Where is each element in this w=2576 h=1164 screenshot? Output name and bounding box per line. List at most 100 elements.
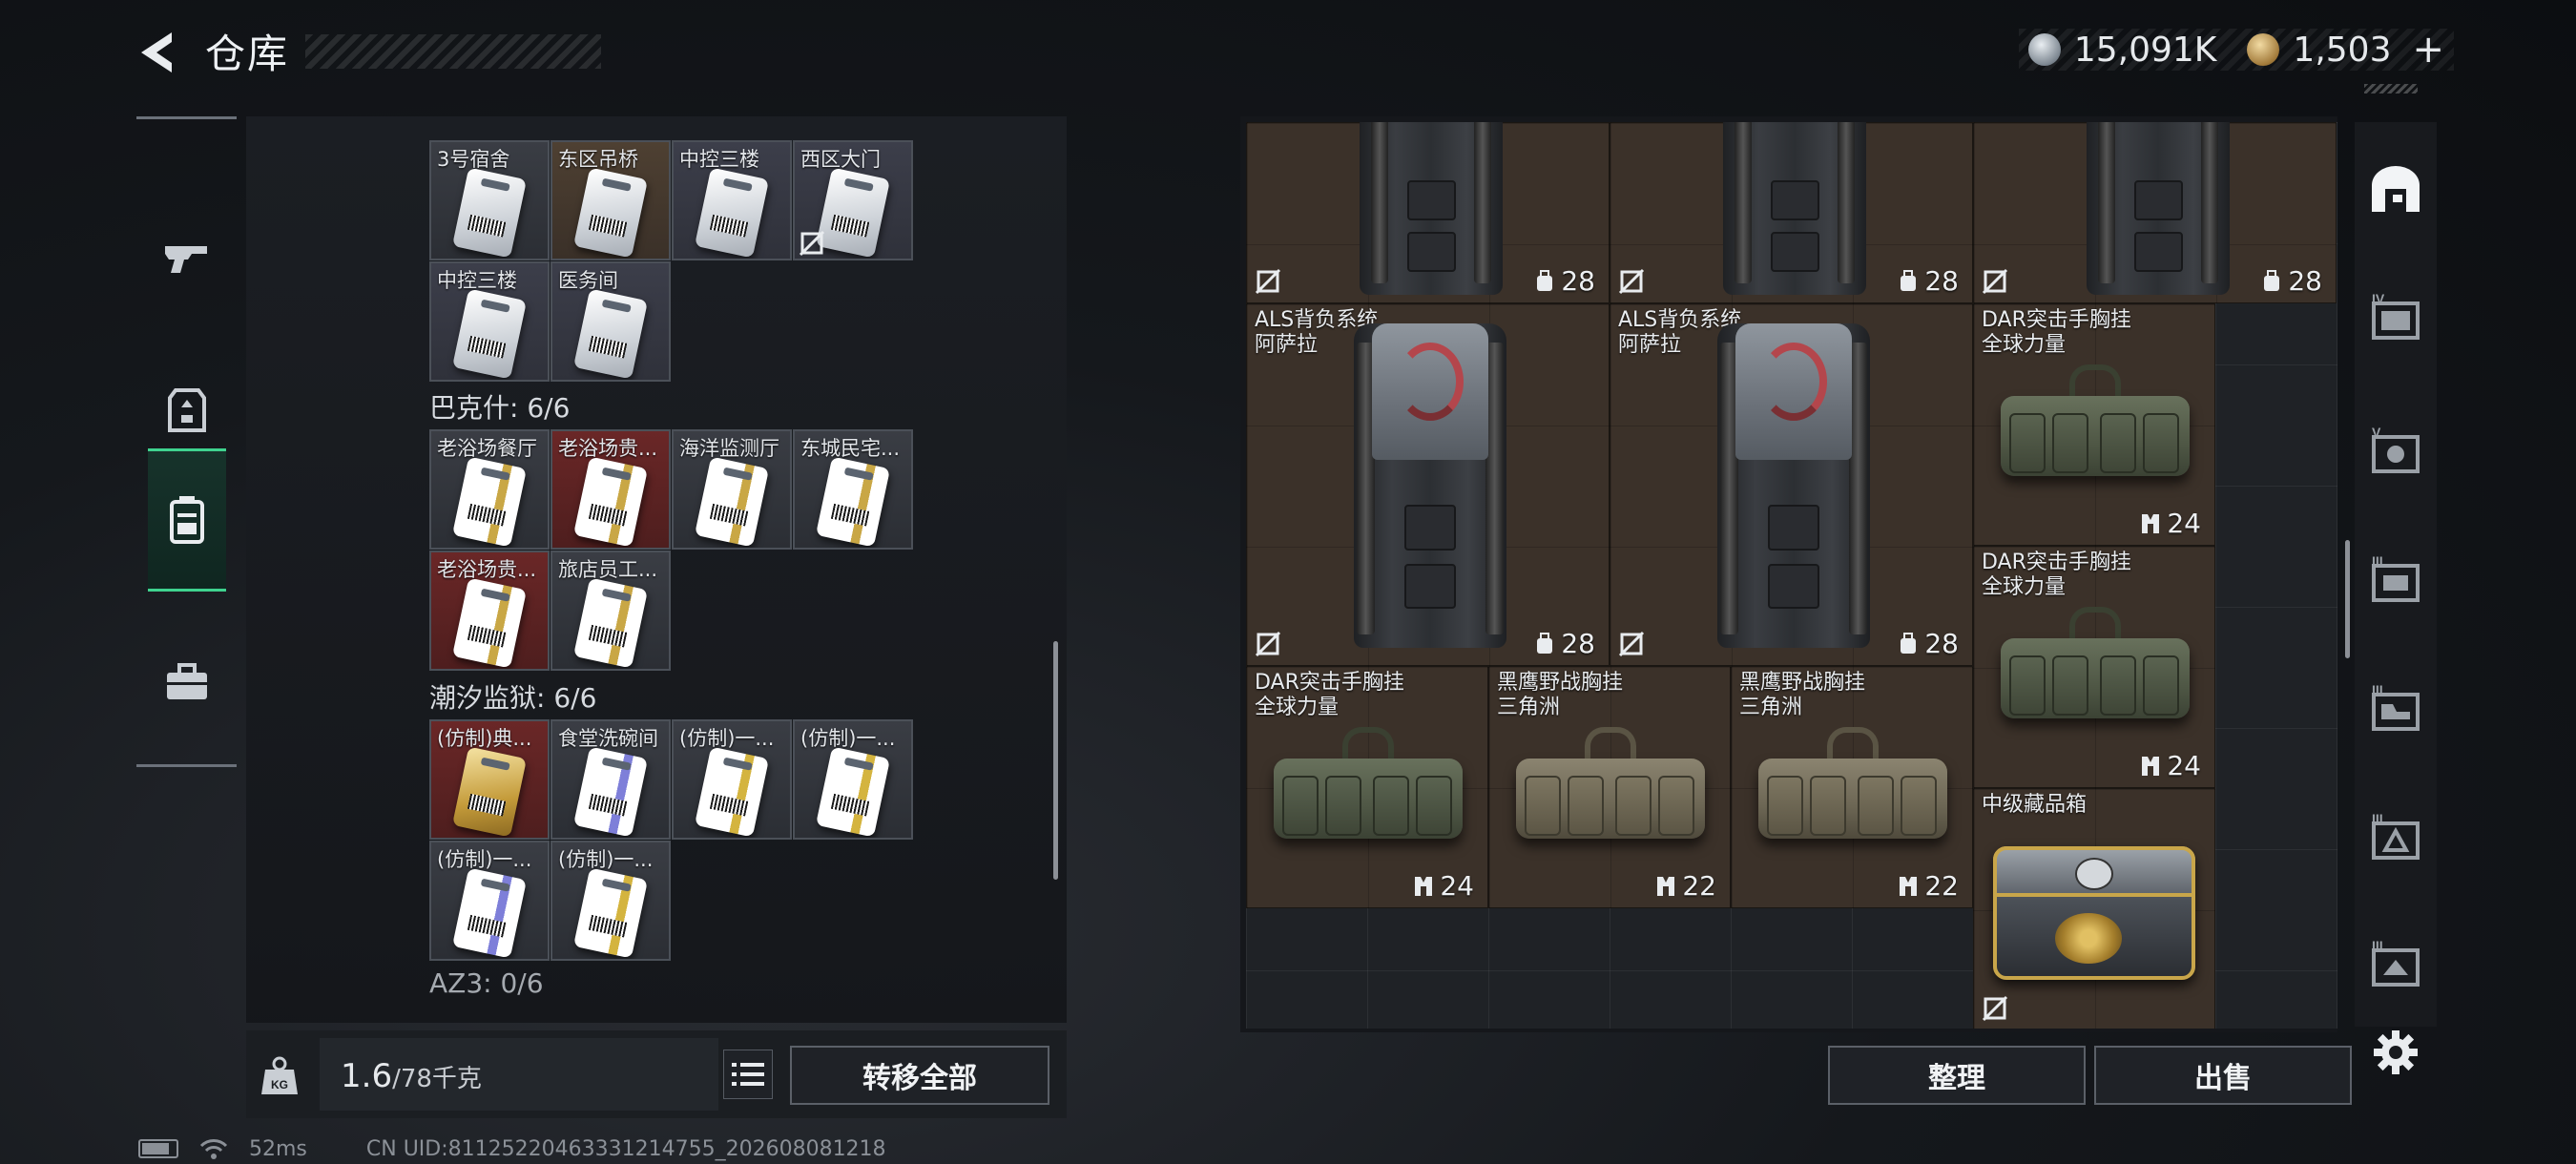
backpack-capacity-icon (1537, 269, 1553, 291)
storage-tab-3c[interactable]: III (2366, 806, 2425, 865)
storage-item-collection-box[interactable]: 中级藏品箱 (1973, 788, 2215, 1029)
storage-tab-icon: III (2372, 938, 2420, 987)
backpack-scrollbar[interactable] (1053, 641, 1058, 880)
add-currency-button[interactable]: + (2412, 28, 2444, 72)
svg-text:IV: IV (2372, 291, 2385, 306)
briefcase-icon (167, 663, 207, 699)
key-card-icon (815, 167, 891, 259)
key-card-item[interactable]: 中控三楼 (429, 261, 550, 382)
sort-button[interactable]: 整理 (1828, 1046, 2086, 1105)
key-card-item[interactable]: 医务间 (551, 261, 671, 382)
storage-item-chest-rig[interactable]: DAR突击手胸挂 全球力量 24 (1973, 303, 2215, 546)
category-rail (136, 116, 237, 767)
title-decoration (305, 34, 601, 69)
key-card-icon (815, 746, 891, 838)
key-card-item[interactable]: 老浴场贵... (551, 429, 671, 550)
storage-item-chest-rig[interactable]: 黑鹰野战胸挂 三角洲 22 (1488, 666, 1731, 908)
no-insure-icon (799, 230, 825, 257)
rail-item-backpack[interactable] (148, 448, 226, 592)
capacity-badge: 28 (2261, 265, 2322, 297)
storage-item-backpack[interactable]: 28 (1973, 122, 2337, 303)
chest-rig-image (1260, 724, 1476, 867)
key-card-icon (694, 746, 770, 838)
list-view-button[interactable] (723, 1050, 773, 1099)
group-label-bakeshi: 巴克什: 6/6 (429, 392, 571, 424)
capacity-badge: 28 (1898, 628, 1959, 659)
item-name: DAR突击手胸挂 全球力量 (1982, 308, 2131, 357)
home-icon (2372, 166, 2420, 212)
key-card-item[interactable]: (仿制)一... (672, 719, 792, 840)
no-insure-icon (1255, 268, 1281, 295)
storage-tab-3b[interactable]: III (2366, 677, 2425, 737)
rail-item-case[interactable] (148, 611, 226, 754)
backpack-scroll-area[interactable]: 3号宿舍 东区吊桥 中控三楼 西区大门 中控三楼 医务间 巴克什: 6/6 老浴… (246, 116, 1067, 1023)
key-card-icon (451, 867, 528, 959)
capacity-badge: 24 (1413, 870, 1474, 902)
key-card-icon (451, 577, 528, 669)
capacity-badge: 28 (1534, 265, 1595, 297)
key-card-icon (451, 167, 528, 259)
storage-item-chest-rig[interactable]: DAR突击手胸挂 全球力量 24 (1973, 546, 2215, 788)
key-card-item[interactable]: 老浴场贵... (429, 551, 550, 671)
capacity-badge: 22 (1898, 870, 1959, 902)
storage-scrollbar[interactable] (2345, 540, 2350, 658)
key-card-icon (572, 456, 649, 548)
capacity-badge: 24 (2140, 750, 2201, 781)
storage-tab-3a[interactable]: III (2366, 549, 2425, 608)
item-name: 中级藏品箱 (1982, 793, 2088, 817)
collection-box-image (1993, 846, 2195, 980)
key-card-item[interactable]: 海洋监测厅 (672, 429, 792, 550)
storage-item-chest-rig[interactable]: 黑鹰野战胸挂 三角洲 22 (1731, 666, 1973, 908)
page-title-wrap: 仓库 (205, 27, 289, 77)
sell-button[interactable]: 出售 (2094, 1046, 2352, 1105)
storage-item-backpack[interactable]: ALS背负系统 阿萨拉 28 (1246, 303, 1610, 666)
ping-value: 52ms (249, 1136, 307, 1161)
svg-text:III: III (2372, 682, 2383, 697)
item-name: 黑鹰野战胸挂 三角洲 (1497, 671, 1624, 719)
storage-item-chest-rig[interactable]: DAR突击手胸挂 全球力量 24 (1246, 666, 1488, 908)
storage-tab-icon: III (2372, 811, 2420, 860)
key-card-item[interactable]: 东区吊桥 (551, 140, 671, 260)
storage-item-backpack[interactable]: 28 (1246, 122, 1610, 303)
key-card-item[interactable]: 3号宿舍 (429, 140, 550, 260)
key-card-item[interactable]: 老浴场餐厅 (429, 429, 550, 550)
storage-tab-home[interactable] (2366, 160, 2425, 219)
gear-icon (2374, 1030, 2418, 1074)
silver-currency-value: 15,091K (2073, 30, 2217, 70)
weight-capacity: /78千克 (392, 1065, 482, 1093)
key-card-item[interactable]: (仿制)一... (551, 841, 671, 961)
page-title: 仓库 (205, 30, 290, 77)
backpack-capacity-icon (1901, 632, 1917, 654)
key-card-item[interactable]: (仿制)典... (429, 719, 550, 840)
right-rail-decoration (2364, 84, 2418, 94)
storage-item-backpack[interactable]: 28 (1610, 122, 1973, 303)
settings-button[interactable] (2366, 1023, 2425, 1082)
gold-coin-icon (2247, 33, 2280, 66)
key-card-item[interactable]: (仿制)一... (793, 719, 913, 840)
key-card-icon (572, 288, 649, 380)
currency-bar: 15,091K 1,503 + (2018, 28, 2454, 72)
storage-tab-4[interactable]: IV (2366, 286, 2425, 345)
rail-item-weapons[interactable] (148, 186, 226, 329)
backpack-image (2087, 122, 2230, 295)
storage-grid[interactable]: 28 28 28 ALS背负系统 阿萨拉 28 ALS背负系统 阿萨拉 28 D… (1246, 122, 2337, 1029)
key-card-icon (572, 167, 649, 259)
back-button[interactable] (134, 29, 187, 76)
key-card-item[interactable]: 西区大门 (793, 140, 913, 260)
user-uid: CN UID:81125220463331214755_202608081218 (365, 1136, 886, 1161)
key-card-item[interactable]: 旅店员工... (551, 551, 671, 671)
key-card-item[interactable]: 中控三楼 (672, 140, 792, 260)
capacity-badge: 22 (1655, 870, 1716, 902)
svg-text:V: V (2372, 425, 2381, 440)
storage-tab-3d[interactable]: III (2366, 933, 2425, 992)
armor-icon (168, 388, 206, 432)
chest-rig-image (1987, 604, 2203, 747)
storage-tab-5[interactable]: V (2366, 420, 2425, 479)
key-card-item[interactable]: (仿制)一... (429, 841, 550, 961)
transfer-all-button[interactable]: 转移全部 (790, 1046, 1049, 1105)
key-card-icon (451, 288, 528, 380)
storage-item-backpack[interactable]: ALS背负系统 阿萨拉 28 (1610, 303, 1973, 666)
svg-text:KG: KG (271, 1078, 288, 1091)
key-card-item[interactable]: 东城民宅... (793, 429, 913, 550)
key-card-item[interactable]: 食堂洗碗间 (551, 719, 671, 840)
